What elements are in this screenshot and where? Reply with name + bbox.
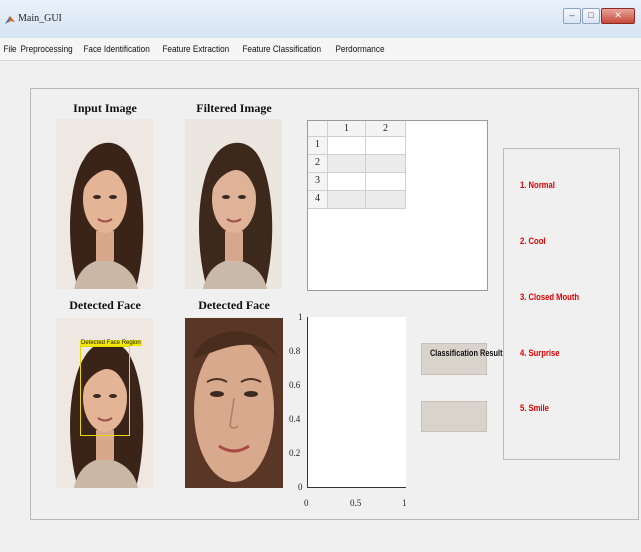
detection-label: Detected Face Region — [80, 340, 142, 346]
y-tick-label: 1 — [298, 312, 303, 322]
legend-item-cool: 2. Cool — [520, 236, 546, 246]
legend-item-normal: 1. Normal — [520, 180, 555, 190]
table-cell[interactable] — [328, 155, 366, 173]
y-tick-label: 0.8 — [289, 346, 301, 356]
table-row-header[interactable]: 2 — [308, 155, 328, 173]
cropped-face-image — [185, 318, 283, 488]
table-cell[interactable] — [328, 173, 366, 191]
close-button[interactable]: ✕ — [601, 8, 635, 24]
table-column-header[interactable]: 1 — [328, 121, 366, 137]
menu-bar: File Preprocessing Face Identification F… — [0, 38, 641, 61]
y-tick-label: 0.6 — [289, 380, 301, 390]
legend-item-surprise: 4. Surprise — [520, 348, 560, 358]
input-image — [56, 119, 153, 289]
filtered-image-title: Filtered Image — [196, 101, 272, 115]
detected-face-title-1: Detected Face — [69, 298, 141, 312]
table-cell[interactable] — [366, 155, 406, 173]
x-tick-label: 0.5 — [350, 498, 362, 508]
menu-performance[interactable]: Perdormance — [332, 44, 388, 55]
x-tick-label: 0 — [304, 498, 309, 508]
window-controls: – □ ✕ — [563, 8, 635, 24]
table-cell[interactable] — [328, 191, 366, 209]
y-tick-label: 0.4 — [289, 414, 301, 424]
table-column-header[interactable]: 2 — [366, 121, 406, 137]
y-tick-label: 0 — [298, 482, 303, 492]
table-cell[interactable] — [366, 173, 406, 191]
table-cell[interactable] — [328, 137, 366, 155]
input-image-title: Input Image — [73, 101, 137, 115]
menu-face-identification[interactable]: Face Identification — [80, 44, 153, 55]
classification-result-label: Classification Result — [429, 348, 503, 358]
menu-preprocessing[interactable]: Preprocessing — [17, 44, 76, 55]
y-tick-label: 0.2 — [289, 448, 301, 458]
table-row-header[interactable]: 4 — [308, 191, 328, 209]
data-table[interactable]: 1 2 1 2 3 4 — [307, 120, 488, 291]
expression-legend-panel: 1. Normal 2. Cool 3. Closed Mouth 4. Sur… — [503, 148, 620, 460]
matlab-app-icon — [5, 16, 15, 24]
minimize-button[interactable]: – — [563, 8, 581, 24]
table-cell[interactable] — [366, 137, 406, 155]
table-corner-cell — [308, 121, 328, 137]
maximize-button[interactable]: □ — [582, 8, 600, 24]
window-title: Main_GUI — [18, 13, 62, 24]
legend-item-smile: 5. Smile — [520, 403, 549, 413]
detection-box — [80, 346, 130, 436]
legend-item-closed-mouth: 3. Closed Mouth — [520, 292, 580, 302]
table-row-header[interactable]: 1 — [308, 137, 328, 155]
title-bar: Main_GUI – □ ✕ — [0, 0, 641, 39]
classification-result-output — [421, 401, 487, 432]
plot-axes — [307, 317, 406, 488]
classification-result-button[interactable]: Classification Result — [421, 343, 503, 375]
x-tick-label: 1 — [402, 498, 407, 508]
table-cell[interactable] — [366, 191, 406, 209]
detected-face-title-2: Detected Face — [198, 298, 270, 312]
filtered-image — [185, 119, 282, 289]
menu-feature-extraction[interactable]: Feature Extraction — [159, 44, 233, 55]
table-row-header[interactable]: 3 — [308, 173, 328, 191]
menu-feature-classification[interactable]: Feature Classification — [239, 44, 324, 55]
